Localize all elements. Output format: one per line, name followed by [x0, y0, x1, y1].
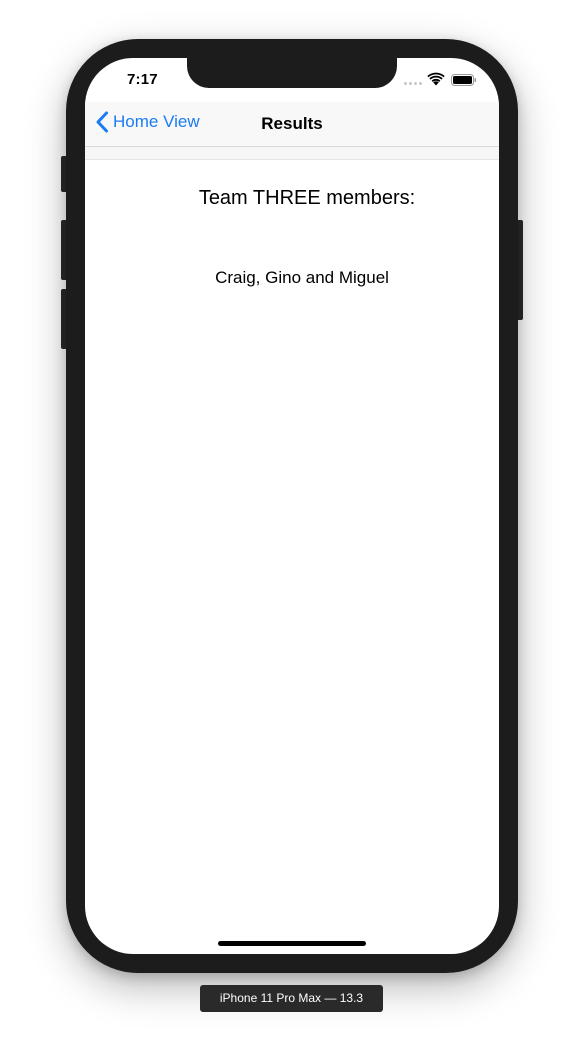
notch: [187, 58, 397, 88]
navigation-bar: Home View Results: [85, 102, 499, 147]
home-indicator[interactable]: [218, 941, 366, 946]
battery-icon: [451, 74, 477, 86]
phone-screen: 7:17 Home View Results Team THREE member…: [85, 58, 499, 954]
nav-bar-extension: [85, 147, 499, 160]
simulator-stage: 7:17 Home View Results Team THREE member…: [0, 0, 584, 1048]
device-label: iPhone 11 Pro Max — 13.3: [200, 985, 383, 1012]
team-heading: Team THREE members:: [198, 187, 416, 209]
signal-dots-icon: [404, 82, 422, 85]
page-title: Results: [261, 114, 323, 133]
status-time: 7:17: [127, 71, 158, 88]
team-members-label: Craig, Gino and Miguel: [215, 268, 389, 287]
wifi-icon: [427, 72, 445, 86]
